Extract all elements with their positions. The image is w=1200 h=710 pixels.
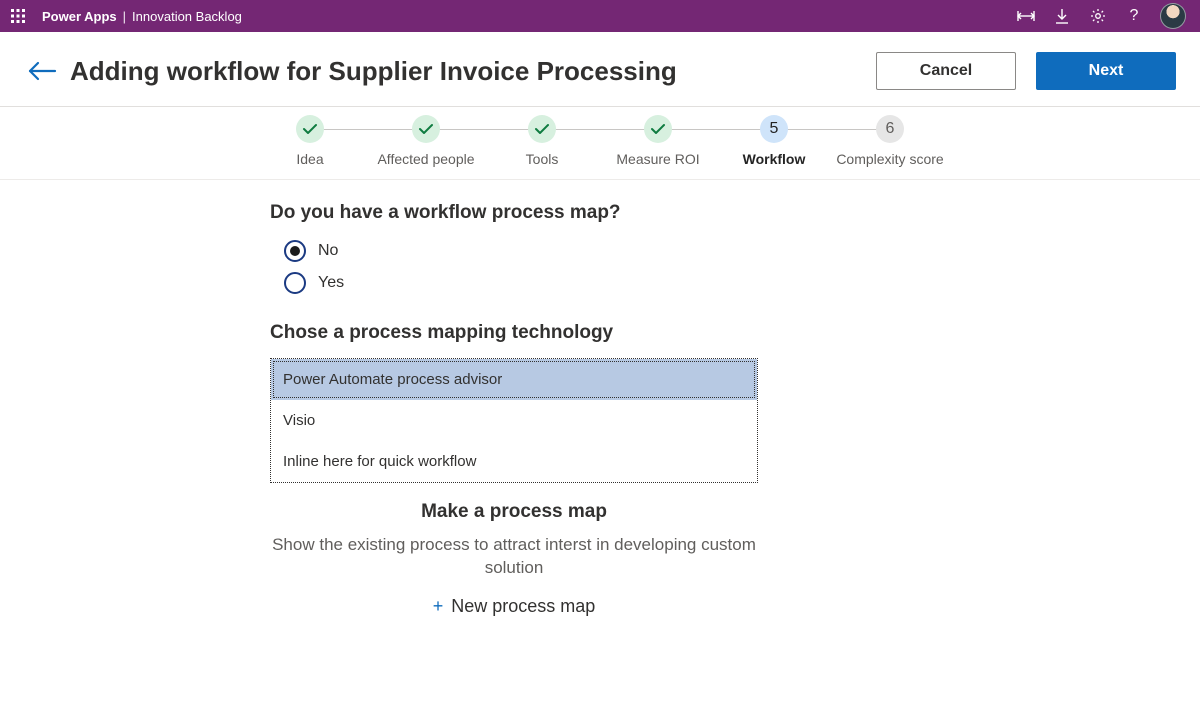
radio-label: Yes [318,274,344,292]
check-icon [644,115,672,143]
question-mapping-tech: Chose a process mapping technology [270,322,950,344]
check-icon [296,115,324,143]
new-process-map-label: New process map [451,596,595,617]
cancel-button[interactable]: Cancel [876,52,1016,90]
radio-circle [284,240,306,262]
listbox-option[interactable]: Inline here for quick workflow [271,441,757,482]
global-top-bar: Power Apps | Innovation Backlog ? [0,0,1200,32]
new-process-map-button[interactable]: + New process map [433,596,596,617]
step-label: Workflow [716,151,832,169]
listbox-option[interactable]: Visio [271,400,757,441]
question-workflow-map: Do you have a workflow process map? [270,202,950,224]
listbox-option[interactable]: Power Automate process advisor [271,359,757,400]
radio-label: No [318,242,338,260]
fit-to-screen-icon[interactable] [1016,6,1036,26]
step-label: Affected people [368,151,484,169]
step-number: 5 [760,115,788,143]
app-divider: | [123,9,126,24]
wizard-stepper: IdeaAffected peopleToolsMeasure ROI 5 Work… [0,107,1200,180]
app-name: Power Apps [42,9,117,24]
settings-icon[interactable] [1088,6,1108,26]
step-number: 6 [876,115,904,143]
step-label: Tools [484,151,600,169]
wizard-step[interactable]: Measure ROI [600,115,716,169]
app-launcher-icon[interactable] [8,6,28,26]
make-map-title: Make a process map [270,501,758,523]
check-icon [528,115,556,143]
download-icon[interactable] [1052,6,1072,26]
make-map-description: Show the existing process to attract int… [270,533,758,581]
mapping-tech-listbox[interactable]: Power Automate process advisorVisioInlin… [270,358,758,483]
app-context: Innovation Backlog [132,9,242,24]
step-label: Measure ROI [600,151,716,169]
wizard-step[interactable]: 5 Workflow [716,115,832,169]
workflow-map-radio-group: No Yes [284,240,950,294]
next-button[interactable]: Next [1036,52,1176,90]
help-icon[interactable]: ? [1124,6,1144,26]
wizard-step[interactable]: 6 Complexity score [832,115,948,169]
page-header: Adding workflow for Supplier Invoice Pro… [0,32,1200,107]
wizard-step[interactable]: Idea [252,115,368,169]
page-title: Adding workflow for Supplier Invoice Pro… [70,56,876,87]
user-avatar[interactable] [1160,3,1186,29]
radio-option[interactable]: Yes [284,272,950,294]
plus-icon: + [433,596,444,617]
check-icon [412,115,440,143]
step-label: Complexity score [832,151,948,169]
step-label: Idea [252,151,368,169]
wizard-step[interactable]: Tools [484,115,600,169]
radio-circle [284,272,306,294]
back-button[interactable] [24,53,60,89]
wizard-content: Do you have a workflow process map? No Ye… [250,180,950,648]
wizard-step[interactable]: Affected people [368,115,484,169]
topbar-actions: ? [1016,3,1186,29]
radio-option[interactable]: No [284,240,950,262]
